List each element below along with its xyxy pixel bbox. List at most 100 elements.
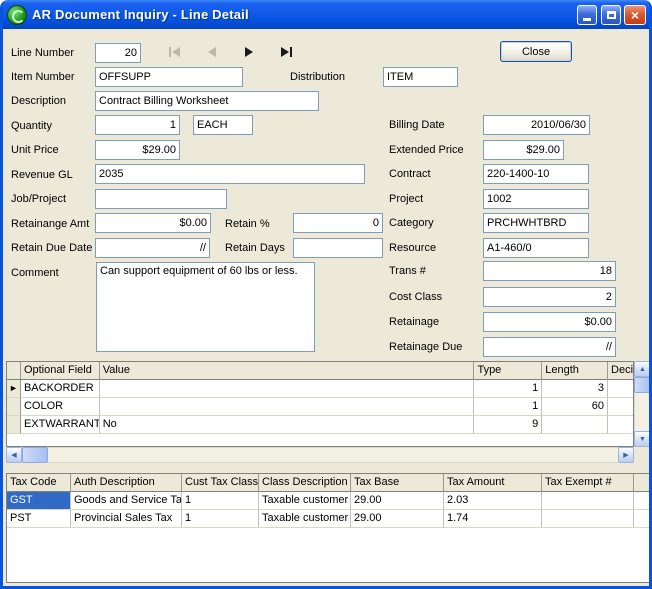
close-window-button[interactable]: ×	[624, 5, 646, 25]
close-button[interactable]: Close	[500, 41, 572, 62]
tax-grid: Tax Code Auth Description Cust Tax Class…	[6, 473, 649, 583]
cell-type[interactable]: 1	[474, 380, 543, 398]
cell-value[interactable]	[99, 398, 475, 416]
length-column-header[interactable]: Length	[542, 362, 609, 380]
nav-next-button[interactable]	[240, 46, 258, 60]
retainage-due-field[interactable]	[483, 337, 616, 357]
unit-price-field[interactable]	[95, 140, 180, 160]
cell-tax-exempt[interactable]	[542, 510, 634, 528]
cell-tax-code[interactable]: GST	[7, 492, 71, 510]
nav-previous-button[interactable]	[204, 46, 222, 60]
cell-cust-tax-class[interactable]: 1	[182, 510, 259, 528]
cell-value[interactable]: No	[99, 416, 475, 434]
dialog-window: AR Document Inquiry - Line Detail × Line…	[0, 0, 652, 589]
comment-field[interactable]: Can support equipment of 60 lbs or less.	[96, 262, 315, 352]
tax-grid-row[interactable]: GST Goods and Service Tax 1 Taxable cust…	[7, 492, 649, 510]
class-description-column-header[interactable]: Class Description	[259, 474, 351, 492]
cell-deci[interactable]	[608, 416, 633, 434]
cell-value[interactable]	[99, 380, 475, 398]
row-indicator-cell	[7, 416, 21, 434]
optional-grid-horizontal-scrollbar[interactable]	[6, 447, 634, 463]
retainage-due-label: Retainage Due	[389, 341, 463, 353]
cell-deci[interactable]	[608, 398, 633, 416]
cell-auth-description[interactable]: Goods and Service Tax	[71, 492, 182, 510]
cell-tax-base[interactable]: 29.00	[351, 510, 444, 528]
minimize-button[interactable]	[577, 5, 597, 25]
maximize-button[interactable]	[601, 5, 621, 25]
cell-tax-amount[interactable]: 2.03	[444, 492, 542, 510]
item-number-field[interactable]	[95, 67, 243, 87]
cell-auth-description[interactable]: Provincial Sales Tax	[71, 510, 182, 528]
scroll-right-button[interactable]: ▶	[618, 447, 634, 463]
cell-class-description[interactable]: Taxable customer	[259, 510, 351, 528]
billing-date-field[interactable]	[483, 115, 590, 135]
cust-tax-class-column-header[interactable]: Cust Tax Class	[182, 474, 259, 492]
line-number-label: Line Number	[11, 47, 74, 59]
contract-field[interactable]	[483, 164, 589, 184]
cell-optional-field[interactable]: BACKORDER	[20, 380, 100, 398]
auth-description-column-header[interactable]: Auth Description	[71, 474, 182, 492]
scroll-down-button[interactable]: ▼	[634, 431, 649, 447]
scroll-up-button[interactable]: ▲	[634, 361, 649, 377]
tax-code-column-header[interactable]: Tax Code	[7, 474, 71, 492]
contract-label: Contract	[389, 168, 431, 180]
cell-tax-amount[interactable]: 1.74	[444, 510, 542, 528]
retain-due-date-field[interactable]	[95, 238, 210, 258]
last-record-icon	[281, 47, 292, 57]
cell-optional-field[interactable]: COLOR	[20, 398, 100, 416]
nav-first-button[interactable]	[167, 46, 185, 60]
titlebar[interactable]: AR Document Inquiry - Line Detail ×	[3, 0, 649, 29]
cell-length[interactable]: 3	[542, 380, 609, 398]
decimals-column-header[interactable]: Deci	[608, 362, 633, 380]
vertical-scroll-thumb[interactable]	[634, 377, 649, 393]
optional-grid-row[interactable]: EXTWARRANTY No 9	[7, 416, 633, 434]
retain-pct-field[interactable]	[293, 213, 383, 233]
cell-tax-code[interactable]: PST	[7, 510, 71, 528]
tax-grid-row[interactable]: PST Provincial Sales Tax 1 Taxable custo…	[7, 510, 649, 528]
distribution-field[interactable]	[383, 67, 458, 87]
nav-last-button[interactable]	[277, 46, 295, 60]
cell-optional-field[interactable]: EXTWARRANTY	[20, 416, 100, 434]
retainange-amt-field[interactable]	[95, 213, 211, 233]
tax-exempt-column-header[interactable]: Tax Exempt #	[542, 474, 634, 492]
resource-field[interactable]	[483, 238, 589, 258]
cell-class-description[interactable]: Taxable customer	[259, 492, 351, 510]
cell-deci[interactable]	[608, 380, 633, 398]
description-field[interactable]	[95, 91, 319, 111]
revenue-gl-field[interactable]	[95, 164, 365, 184]
retainage-label: Retainage	[389, 316, 440, 328]
tax-base-column-header[interactable]: Tax Base	[351, 474, 444, 492]
next-record-icon	[245, 47, 253, 57]
optional-grid-row[interactable]: COLOR 1 60	[7, 398, 633, 416]
trans-num-field[interactable]	[483, 261, 616, 281]
cell-type[interactable]: 9	[474, 416, 543, 434]
cell-length[interactable]: 60	[542, 398, 609, 416]
cell-length[interactable]	[542, 416, 609, 434]
category-field[interactable]	[483, 213, 589, 233]
project-field[interactable]	[483, 189, 589, 209]
extended-price-label: Extended Price	[389, 144, 464, 156]
scroll-left-button[interactable]: ◀	[6, 447, 22, 463]
cell-cust-tax-class[interactable]: 1	[182, 492, 259, 510]
optional-grid-row[interactable]: ► BACKORDER 1 3	[7, 380, 633, 398]
quantity-field[interactable]	[95, 115, 180, 135]
retain-days-field[interactable]	[293, 238, 383, 258]
maximize-icon	[606, 11, 616, 19]
cost-class-field[interactable]	[483, 287, 616, 307]
tax-amount-column-header[interactable]: Tax Amount	[444, 474, 542, 492]
cell-tax-exempt[interactable]	[542, 492, 634, 510]
retainage-field[interactable]	[483, 312, 616, 332]
cell-tax-base[interactable]: 29.00	[351, 492, 444, 510]
cell-type[interactable]: 1	[474, 398, 543, 416]
retain-due-date-label: Retain Due Date	[11, 242, 93, 254]
optional-field-column-header[interactable]: Optional Field	[20, 362, 100, 380]
row-filler	[634, 510, 649, 528]
value-column-header[interactable]: Value	[99, 362, 475, 380]
horizontal-scroll-thumb[interactable]	[22, 447, 48, 463]
unit-of-measure-field[interactable]	[193, 115, 253, 135]
extended-price-field[interactable]	[483, 140, 564, 160]
type-column-header[interactable]: Type	[474, 362, 543, 380]
minimize-icon	[583, 18, 591, 21]
line-number-field[interactable]	[95, 43, 141, 63]
job-project-field[interactable]	[95, 189, 227, 209]
